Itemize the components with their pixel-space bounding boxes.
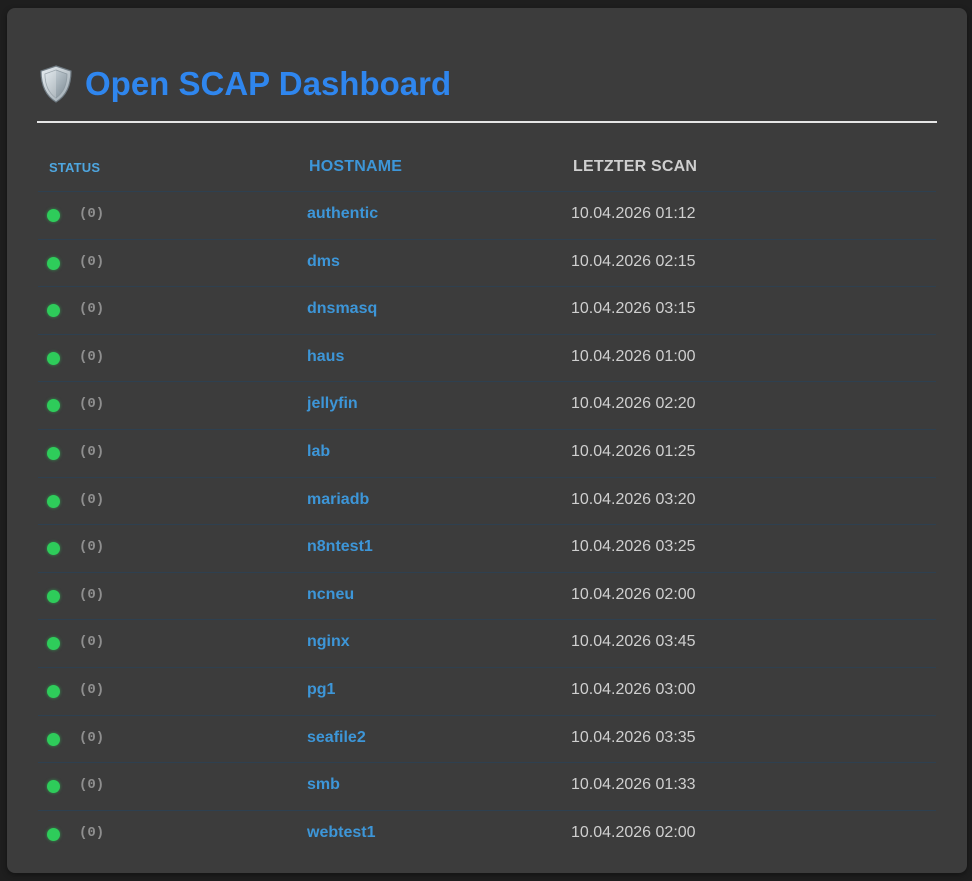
table-row: (0) seafile2 10.04.2026 03:35 bbox=[38, 716, 936, 764]
finding-count: (0) bbox=[79, 348, 105, 365]
last-scan-time: 10.04.2026 03:15 bbox=[571, 300, 696, 318]
status-ok-icon bbox=[47, 256, 60, 270]
status-ok-icon bbox=[47, 446, 60, 460]
finding-count: (0) bbox=[79, 681, 105, 698]
hostname-link[interactable]: webtest1 bbox=[307, 824, 375, 842]
last-scan-time: 10.04.2026 03:20 bbox=[571, 490, 696, 508]
finding-count: (0) bbox=[79, 634, 105, 651]
last-scan-time: 10.04.2026 02:20 bbox=[571, 395, 696, 413]
hostname-link[interactable]: n8ntest1 bbox=[307, 538, 373, 556]
hostname-link[interactable]: seafile2 bbox=[307, 729, 366, 747]
last-scan-time: 10.04.2026 01:25 bbox=[571, 442, 696, 460]
table-row: (0) pg1 10.04.2026 03:00 bbox=[38, 668, 936, 716]
dashboard-card: Open SCAP Dashboard STATUS HOSTNAME LETZ… bbox=[7, 8, 967, 873]
last-scan-time: 10.04.2026 03:35 bbox=[571, 728, 696, 746]
page-header: Open SCAP Dashboard bbox=[37, 63, 937, 123]
status-ok-icon bbox=[47, 589, 60, 603]
column-header-last-scan[interactable]: LETZTER SCAN bbox=[573, 158, 697, 176]
finding-count: (0) bbox=[79, 253, 105, 270]
hostname-link[interactable]: ncneu bbox=[307, 586, 354, 604]
status-ok-icon bbox=[47, 209, 60, 222]
table-row: (0) haus 10.04.2026 01:00 bbox=[38, 335, 936, 383]
table-row: (0) authentic 10.04.2026 01:12 bbox=[38, 192, 936, 240]
table-row: (0) jellyfin 10.04.2026 02:20 bbox=[38, 382, 936, 430]
finding-count: (0) bbox=[79, 301, 105, 318]
status-ok-icon bbox=[47, 399, 60, 413]
finding-count: (0) bbox=[79, 539, 105, 556]
status-ok-icon bbox=[47, 304, 60, 318]
status-ok-icon bbox=[47, 494, 60, 508]
finding-count: (0) bbox=[79, 396, 105, 413]
last-scan-time: 10.04.2026 03:00 bbox=[571, 680, 696, 698]
hostname-link[interactable]: lab bbox=[307, 443, 330, 461]
hostname-link[interactable]: haus bbox=[307, 348, 344, 366]
finding-count: (0) bbox=[79, 206, 105, 222]
last-scan-time: 10.04.2026 01:00 bbox=[571, 347, 696, 365]
last-scan-time: 10.04.2026 02:00 bbox=[571, 823, 696, 841]
finding-count: (0) bbox=[79, 586, 105, 603]
status-ok-icon bbox=[47, 637, 60, 651]
hostname-link[interactable]: authentic bbox=[307, 205, 378, 223]
finding-count: (0) bbox=[79, 443, 105, 460]
hosts-table: STATUS HOSTNAME LETZTER SCAN (0) authenti… bbox=[38, 145, 936, 857]
status-ok-icon bbox=[47, 351, 60, 365]
last-scan-time: 10.04.2026 01:33 bbox=[571, 776, 696, 794]
last-scan-time: 10.04.2026 02:15 bbox=[571, 252, 696, 270]
hostname-link[interactable]: smb bbox=[307, 776, 340, 794]
table-row: (0) dms 10.04.2026 02:15 bbox=[38, 240, 936, 288]
column-header-status[interactable]: STATUS bbox=[49, 160, 100, 175]
shield-icon bbox=[38, 65, 74, 103]
table-row: (0) dnsmasq 10.04.2026 03:15 bbox=[38, 287, 936, 335]
status-ok-icon bbox=[47, 684, 60, 698]
last-scan-time: 10.04.2026 01:12 bbox=[571, 205, 696, 222]
last-scan-time: 10.04.2026 02:00 bbox=[571, 585, 696, 603]
finding-count: (0) bbox=[79, 729, 105, 746]
hostname-link[interactable]: dnsmasq bbox=[307, 300, 377, 318]
hostname-link[interactable]: pg1 bbox=[307, 681, 335, 699]
status-ok-icon bbox=[47, 732, 60, 746]
last-scan-time: 10.04.2026 03:25 bbox=[571, 538, 696, 556]
finding-count: (0) bbox=[79, 777, 105, 794]
page-title: Open SCAP Dashboard bbox=[85, 65, 452, 102]
hostname-link[interactable]: jellyfin bbox=[307, 395, 358, 413]
table-row: (0) lab 10.04.2026 01:25 bbox=[38, 430, 936, 478]
finding-count: (0) bbox=[79, 824, 105, 841]
status-ok-icon bbox=[47, 542, 60, 556]
column-header-hostname[interactable]: HOSTNAME bbox=[309, 158, 402, 176]
table-row: (0) nginx 10.04.2026 03:45 bbox=[38, 620, 936, 668]
table-row: (0) mariadb 10.04.2026 03:20 bbox=[38, 478, 936, 526]
hostname-link[interactable]: dms bbox=[307, 253, 340, 271]
hostname-link[interactable]: mariadb bbox=[307, 491, 369, 509]
table-row: (0) ncneu 10.04.2026 02:00 bbox=[38, 573, 936, 621]
status-ok-icon bbox=[47, 827, 60, 841]
table-row: (0) smb 10.04.2026 01:33 bbox=[38, 763, 936, 811]
table-body: (0) authentic 10.04.2026 01:12 (0) dms 10.04.… bbox=[38, 192, 936, 857]
status-ok-icon bbox=[47, 780, 60, 794]
hostname-link[interactable]: nginx bbox=[307, 633, 350, 651]
finding-count: (0) bbox=[79, 491, 105, 508]
table-header: STATUS HOSTNAME LETZTER SCAN bbox=[38, 145, 936, 192]
table-row: (0) n8ntest1 10.04.2026 03:25 bbox=[38, 525, 936, 573]
table-row: (0) webtest1 10.04.2026 02:00 bbox=[38, 811, 936, 858]
last-scan-time: 10.04.2026 03:45 bbox=[571, 633, 696, 651]
